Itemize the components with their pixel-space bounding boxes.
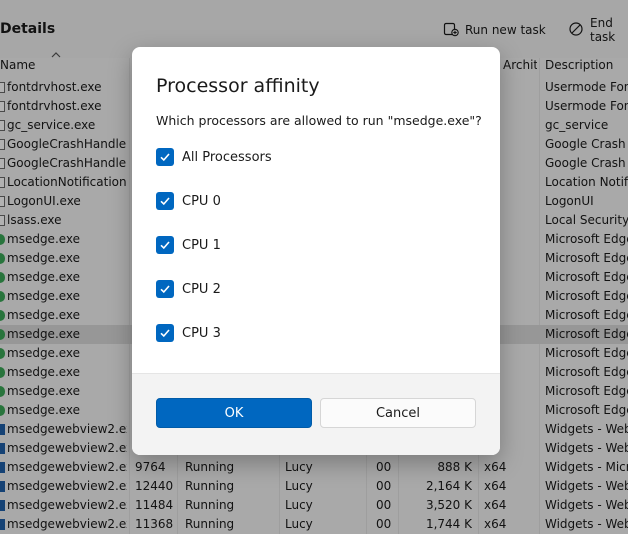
dialog-prompt: Which processors are allowed to run "mse… (156, 113, 482, 128)
dialog-footer: OK Cancel (132, 373, 500, 455)
checkbox-cpu-1[interactable]: CPU 1 (156, 235, 221, 255)
checkbox-checked-icon (156, 192, 174, 210)
checkbox-checked-icon (156, 324, 174, 342)
checkbox-label: All Processors (182, 149, 272, 165)
checkbox-checked-icon (156, 148, 174, 166)
ok-button[interactable]: OK (156, 398, 312, 428)
checkbox-label: CPU 2 (182, 281, 221, 297)
checkbox-cpu-3[interactable]: CPU 3 (156, 323, 221, 343)
checkbox-checked-icon (156, 280, 174, 298)
checkbox-label: CPU 3 (182, 325, 221, 341)
task-manager-window: Details Run new task End task Name Archi… (0, 0, 628, 534)
processor-affinity-dialog: Processor affinity Which processors are … (132, 47, 500, 455)
checkbox-label: CPU 1 (182, 237, 221, 253)
dialog-title: Processor affinity (156, 75, 320, 97)
checkbox-cpu-0[interactable]: CPU 0 (156, 191, 221, 211)
checkbox-all-processors[interactable]: All Processors (156, 147, 272, 167)
checkbox-cpu-2[interactable]: CPU 2 (156, 279, 221, 299)
checkbox-label: CPU 0 (182, 193, 221, 209)
cancel-button[interactable]: Cancel (320, 398, 476, 428)
checkbox-checked-icon (156, 236, 174, 254)
